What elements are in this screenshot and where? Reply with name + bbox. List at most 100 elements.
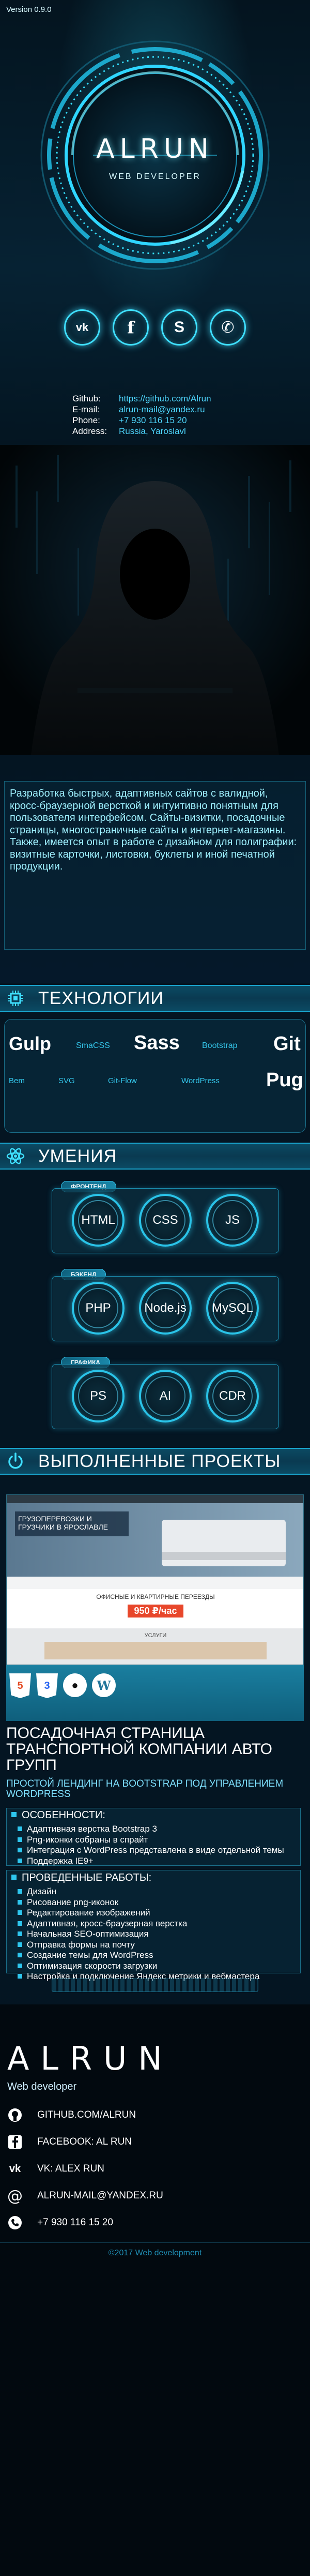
footer: ALRUN Web developer GITHUB.COM/ALRUN FAC… bbox=[0, 2004, 310, 2576]
contact-email: E-mail: alrun-mail@yandex.ru bbox=[72, 404, 211, 415]
tech-tag: Bem bbox=[9, 1076, 25, 1085]
skill-name: MySQL bbox=[211, 1301, 253, 1315]
skill-name: HTML bbox=[81, 1213, 115, 1227]
footer-link-email[interactable]: @ ALRUN-MAIL@YANDEX.RU bbox=[7, 2182, 297, 2209]
vk-button[interactable]: vk bbox=[64, 309, 100, 346]
project-title: ПОСАДОЧНАЯ СТРАНИЦА ТРАНСПОРТНОЙ КОМПАНИ… bbox=[6, 1725, 272, 1774]
github-icon bbox=[7, 2107, 23, 2123]
footer-subtitle: Web developer bbox=[7, 2081, 77, 2092]
tech-tag-cloud: Gulp SmaCSS Sass Bootstrap Git Bem SVG G… bbox=[4, 1019, 306, 1133]
skill-name: PS bbox=[89, 1389, 106, 1403]
contact-label: Phone: bbox=[72, 415, 100, 425]
skill-group-backend: PHP Node.js MySQL bbox=[52, 1276, 279, 1341]
shot-price-block: ОФИСНЫЕ И КВАРТИРНЫЕ ПЕРЕЕЗДЫ 950 ₽/час bbox=[7, 1589, 303, 1628]
contact-label: Github: bbox=[72, 394, 101, 403]
technologies-header: ТЕХНОЛОГИИ bbox=[0, 985, 310, 1012]
github-link[interactable]: https://github.com/Alrun bbox=[119, 393, 211, 404]
tech-tag: Bootstrap bbox=[202, 1041, 238, 1050]
shot-map bbox=[44, 1642, 267, 1659]
phone-link[interactable]: +7 930 116 15 20 bbox=[119, 415, 187, 426]
footer-link-label: ALRUN-MAIL@YANDEX.RU bbox=[37, 2190, 163, 2201]
skype-button[interactable]: S bbox=[161, 309, 197, 346]
project-screenshot[interactable]: ГРУЗОПЕРЕВОЗКИ И ГРУЗЧИКИ В ЯРОСЛАВЛЕ ОФ… bbox=[6, 1494, 304, 1665]
list-item: Поддержка IE9+ bbox=[18, 1856, 285, 1867]
facebook-button[interactable]: f bbox=[113, 309, 149, 346]
skill-circle: CSS bbox=[139, 1194, 192, 1247]
css3-icon: 3 bbox=[36, 1673, 58, 1698]
facebook-icon: f bbox=[127, 318, 134, 337]
skill-name: PHP bbox=[85, 1301, 111, 1315]
features-list: Адаптивная верстка Bootstrap 3 Png-иконк… bbox=[18, 1824, 285, 1867]
vk-icon: vk bbox=[9, 2163, 21, 2175]
html5-icon: 5 bbox=[9, 1673, 31, 1698]
copyright: ©2017 Web development bbox=[0, 2242, 310, 2263]
hero-section: Version 0.9.0 ALRUN WEB DEVELOPER vk f S… bbox=[0, 0, 310, 445]
list-item: Рисование png-иконок bbox=[18, 1897, 285, 1908]
projects-title: ВЫПОЛНЕННЫЕ ПРОЕКТЫ bbox=[38, 1451, 281, 1471]
list-item: Png-иконки собраны в спрайт bbox=[18, 1835, 285, 1846]
footer-link-facebook[interactable]: FACEBOOK: AL RUN bbox=[7, 2129, 297, 2155]
footer-logo: ALRUN bbox=[7, 2040, 174, 2077]
footer-link-phone[interactable]: +7 930 116 15 20 bbox=[7, 2209, 297, 2236]
phone-icon: ✆ bbox=[221, 318, 235, 337]
email-link[interactable]: alrun-mail@yandex.ru bbox=[119, 404, 205, 415]
footer-links: GITHUB.COM/ALRUN FACEBOOK: AL RUN vk VK:… bbox=[7, 2102, 297, 2236]
tech-tag: SVG bbox=[58, 1076, 75, 1085]
skills-title: УМЕНИЯ bbox=[38, 1146, 117, 1166]
social-buttons: vk f S ✆ bbox=[0, 309, 310, 346]
vk-icon: vk bbox=[75, 321, 89, 334]
tech-tag: Git bbox=[273, 1033, 301, 1055]
tech-tag: Sass bbox=[134, 1032, 180, 1054]
about-text: Разработка быстрых, адаптивных сайтов с … bbox=[4, 781, 306, 950]
works-list: Дизайн Рисование png-иконок Редактирован… bbox=[18, 1886, 285, 1982]
list-item: Дизайн bbox=[18, 1886, 285, 1897]
bullet-icon bbox=[11, 1812, 17, 1817]
email-icon: @ bbox=[7, 2186, 23, 2205]
shot-price: 950 ₽/час bbox=[128, 1605, 183, 1618]
tech-tag: Git-Flow bbox=[108, 1076, 137, 1085]
features-heading: ОСОБЕННОСТИ: bbox=[6, 1809, 105, 1821]
shot-price-label: ОФИСНЫЕ И КВАРТИРНЫЕ ПЕРЕЕЗДЫ bbox=[96, 1593, 215, 1600]
logo-subtitle: WEB DEVELOPER bbox=[109, 172, 201, 181]
phone-button[interactable]: ✆ bbox=[210, 309, 246, 346]
decorative-bar bbox=[52, 1979, 258, 1992]
projects-section: ВЫПОЛНЕННЫЕ ПРОЕКТЫ ГРУЗОПЕРЕВОЗКИ И ГРУ… bbox=[0, 1446, 310, 2004]
skill-name: AI bbox=[159, 1389, 172, 1403]
works-heading-text: ПРОВЕДЕННЫЕ РАБОТЫ: bbox=[22, 1872, 152, 1883]
skill-group-graphics: PS AI CDR bbox=[52, 1364, 279, 1429]
footer-link-label: FACEBOOK: AL RUN bbox=[37, 2136, 132, 2147]
skype-icon: S bbox=[174, 319, 184, 336]
tech-tag: WordPress bbox=[181, 1076, 220, 1085]
shot-services: УСЛУГИ bbox=[7, 1628, 303, 1665]
technologies-section: ТЕХНОЛОГИИ Gulp SmaCSS Sass Bootstrap Gi… bbox=[0, 983, 310, 1141]
footer-link-label: GITHUB.COM/ALRUN bbox=[37, 2109, 136, 2120]
hacker-image bbox=[0, 445, 310, 755]
list-item: Начальная SEO-оптимизация bbox=[18, 1929, 285, 1940]
footer-link-vk[interactable]: vk VK: ALEX RUN bbox=[7, 2155, 297, 2182]
bullet-icon bbox=[11, 1875, 17, 1880]
project-tech-icons: 5 3 ● W bbox=[9, 1673, 116, 1698]
skill-name: CDR bbox=[219, 1389, 246, 1403]
features-heading-text: ОСОБЕННОСТИ: bbox=[22, 1809, 105, 1821]
list-item: Оптимизация скорости загрузки bbox=[18, 1961, 285, 1972]
skill-circle: Node.js bbox=[139, 1282, 192, 1335]
facebook-icon bbox=[7, 2134, 23, 2150]
shot-nav bbox=[7, 1577, 303, 1589]
project-tech-strip: 5 3 ● W bbox=[6, 1665, 304, 1721]
skills-header: УМЕНИЯ bbox=[0, 1143, 310, 1170]
contact-label: E-mail: bbox=[72, 405, 100, 414]
contact-label: Address: bbox=[72, 426, 107, 436]
footer-link-label: VK: ALEX RUN bbox=[37, 2163, 104, 2174]
footer-link-label: +7 930 116 15 20 bbox=[37, 2217, 114, 2228]
address-value: Russia, Yaroslavl bbox=[119, 426, 186, 436]
list-item: Интеграция с WordPress представлена в ви… bbox=[18, 1845, 285, 1856]
tech-tag: SmaCSS bbox=[76, 1041, 110, 1050]
skill-name: Node.js bbox=[144, 1301, 187, 1315]
footer-link-github[interactable]: GITHUB.COM/ALRUN bbox=[7, 2102, 297, 2129]
contact-phone: Phone: +7 930 116 15 20 bbox=[72, 415, 211, 426]
skills-section: УМЕНИЯ ФРОНТЕНД HTML CSS JS БЭКЕНД PHP N… bbox=[0, 1141, 310, 1446]
atom-icon bbox=[4, 1145, 27, 1167]
project-subtitle: ПРОСТОЙ ЛЕНДИНГ НА BOOTSTRAP ПОД УПРАВЛЕ… bbox=[6, 1778, 284, 1800]
tech-tag: Pug bbox=[266, 1069, 303, 1091]
contact-github: Github: https://github.com/Alrun bbox=[72, 393, 211, 404]
